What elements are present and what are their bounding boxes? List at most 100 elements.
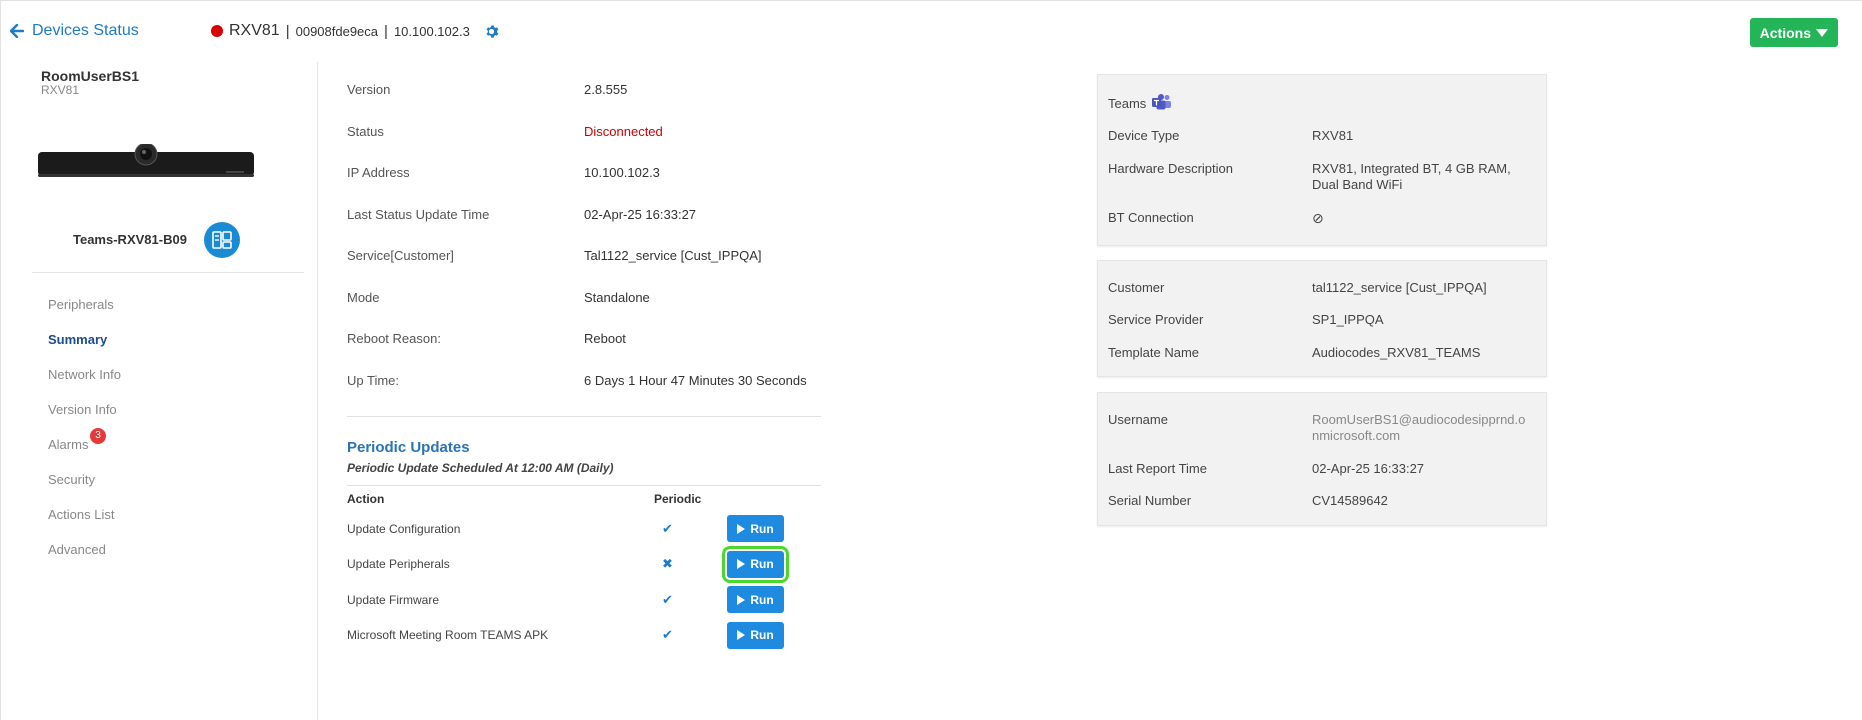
teams-panel: Teams Device Type RXV81 Hardware Descrip…	[1097, 74, 1547, 246]
panel-value: CV14589642	[1312, 493, 1388, 508]
info-row-status: Status Disconnected	[347, 122, 821, 164]
info-row-last-status-update: Last Status Update Time 02-Apr-25 16:33:…	[347, 205, 821, 247]
sidebar-item-alarms[interactable]: Alarms 3	[48, 427, 121, 462]
check-icon: ✔	[662, 520, 673, 536]
panel-label: Username	[1108, 412, 1168, 427]
arrow-left-icon	[10, 24, 24, 38]
play-icon	[737, 559, 746, 570]
table-row: Update Configuration ✔ Run	[347, 511, 821, 547]
panel-row: Device Type RXV81	[1098, 128, 1532, 144]
info-row-mode: Mode Standalone	[347, 288, 821, 330]
sidebar-item-network-info[interactable]: Network Info	[48, 357, 121, 392]
device-mac: 00908fde9eca	[295, 23, 379, 39]
table-row: Microsoft Meeting Room TEAMS APK ✔ Run	[347, 618, 821, 654]
table-header: Action Periodic	[347, 486, 821, 511]
sidebar-item-summary[interactable]: Summary	[48, 322, 121, 357]
teams-title-label: Teams	[1108, 96, 1147, 111]
sidebar-item-label: Network Info	[48, 367, 121, 382]
play-icon	[737, 523, 746, 534]
table-row: Update Firmware ✔ Run	[347, 582, 821, 618]
device-name: RXV81	[229, 22, 280, 39]
teams-panel-title-row: Teams	[1098, 94, 1312, 113]
device-header: RXV81 | 00908fde9eca | 10.100.102.3	[211, 22, 499, 40]
sidebar-item-peripherals[interactable]: Peripherals	[48, 287, 121, 322]
cross-icon: ✖	[662, 556, 673, 572]
teams-panel-title: Teams	[1098, 94, 1312, 113]
info-label: Status	[347, 123, 384, 139]
run-update-configuration-button[interactable]: Run	[727, 515, 784, 543]
column-header-periodic: Periodic	[654, 491, 702, 506]
sidebar-item-label: Actions List	[48, 507, 115, 522]
run-update-firmware-button[interactable]: Run	[727, 586, 784, 614]
run-button-label: Run	[750, 557, 774, 572]
run-teams-apk-button[interactable]: Run	[727, 621, 784, 649]
periodic-updates-title: Periodic Updates	[347, 439, 470, 456]
panel-label: Serial Number	[1108, 493, 1192, 508]
teams-logo-icon	[1152, 94, 1172, 113]
panel-row: BT Connection ⊘	[1098, 210, 1532, 226]
summary-main: Version 2.8.555 Status Disconnected IP A…	[347, 80, 821, 653]
check-icon: ✔	[662, 591, 673, 607]
panel-row: Customer tal1122_service [Cust_IPPQA]	[1098, 280, 1532, 296]
table-row: Update Peripherals ✖ Run	[347, 545, 821, 583]
panel-value: Audiocodes_RXV81_TEAMS	[1312, 345, 1481, 360]
caret-down-icon	[1816, 28, 1828, 37]
check-icon: ✔	[662, 627, 673, 643]
sidebar-item-security[interactable]: Security	[48, 462, 121, 497]
device-teams-icon[interactable]	[204, 222, 240, 258]
info-value: 6 Days 1 Hour 47 Minutes 30 Seconds	[584, 372, 807, 388]
action-name: Update Peripherals	[347, 557, 450, 572]
run-update-peripherals-button[interactable]: Run	[722, 545, 789, 583]
actions-button[interactable]: Actions	[1749, 18, 1838, 47]
action-name: Microsoft Meeting Room TEAMS APK	[347, 628, 549, 643]
back-link[interactable]: Devices Status	[10, 22, 139, 40]
sidebar-item-version-info[interactable]: Version Info	[48, 392, 121, 427]
info-value: Tal1122_service [Cust_IPPQA]	[584, 248, 762, 263]
sidebar-divider	[32, 272, 304, 273]
main-divider	[347, 416, 821, 417]
play-icon	[737, 594, 746, 605]
info-value: 2.8.555	[584, 82, 628, 97]
panel-row: Template Name Audiocodes_RXV81_TEAMS	[1098, 345, 1532, 361]
actions-button-label: Actions	[1759, 24, 1811, 41]
panel-value: SP1_IPPQA	[1312, 312, 1384, 327]
panel-value: 02-Apr-25 16:33:27	[1312, 461, 1425, 476]
back-link-label: Devices Status	[32, 22, 139, 39]
run-button-label: Run	[750, 521, 774, 536]
sidebar-item-label: Advanced	[48, 542, 106, 557]
panel-row: Serial Number CV14589642	[1098, 493, 1532, 509]
gear-icon[interactable]	[484, 24, 499, 39]
info-label: Version	[347, 82, 391, 97]
customer-panel: Customer tal1122_service [Cust_IPPQA] Se…	[1097, 260, 1547, 377]
panel-label: Hardware Description	[1108, 161, 1233, 176]
info-value: 02-Apr-25 16:33:27	[584, 206, 697, 222]
sidebar-item-label: Security	[48, 472, 95, 487]
panel-value: tal1122_service [Cust_IPPQA]	[1312, 280, 1487, 295]
info-label: Mode	[347, 289, 380, 305]
user-name: RoomUserBS1	[41, 68, 140, 84]
sidebar: RoomUserBS1 RXV81 Teams-RXV81-B09 Periph…	[0, 62, 318, 720]
panel-value: RXV81	[1312, 128, 1354, 143]
play-icon	[737, 630, 746, 641]
info-label: Reboot Reason:	[347, 331, 441, 346]
info-label: Service[Customer]	[347, 248, 454, 263]
username-value: RoomUserBS1@audiocodesipprnd.onmicrosoft…	[1312, 412, 1526, 443]
user-panel: Username RoomUserBS1@audiocodesipprnd.on…	[1097, 392, 1547, 526]
status-value: Disconnected	[584, 123, 663, 139]
info-row-reboot-reason: Reboot Reason: Reboot	[347, 329, 821, 371]
run-button-label: Run	[750, 628, 774, 643]
user-model: RXV81	[41, 83, 80, 97]
sidebar-item-label: Alarms	[48, 437, 89, 452]
separator: |	[384, 22, 388, 40]
sidebar-item-advanced[interactable]: Advanced	[48, 532, 121, 567]
run-button-label: Run	[750, 592, 774, 607]
panel-value: RXV81, Integrated BT, 4 GB RAM, Dual Ban…	[1312, 161, 1511, 192]
action-name: Update Configuration	[347, 521, 461, 536]
column-header-action: Action	[347, 491, 385, 506]
info-value: Reboot	[584, 331, 626, 346]
device-label: Teams-RXV81-B09	[73, 232, 187, 247]
sidebar-item-label: Peripherals	[48, 297, 114, 312]
sidebar-item-actions-list[interactable]: Actions List	[48, 497, 121, 532]
info-label: Up Time:	[347, 372, 400, 388]
panel-label: Last Report Time	[1108, 461, 1207, 476]
